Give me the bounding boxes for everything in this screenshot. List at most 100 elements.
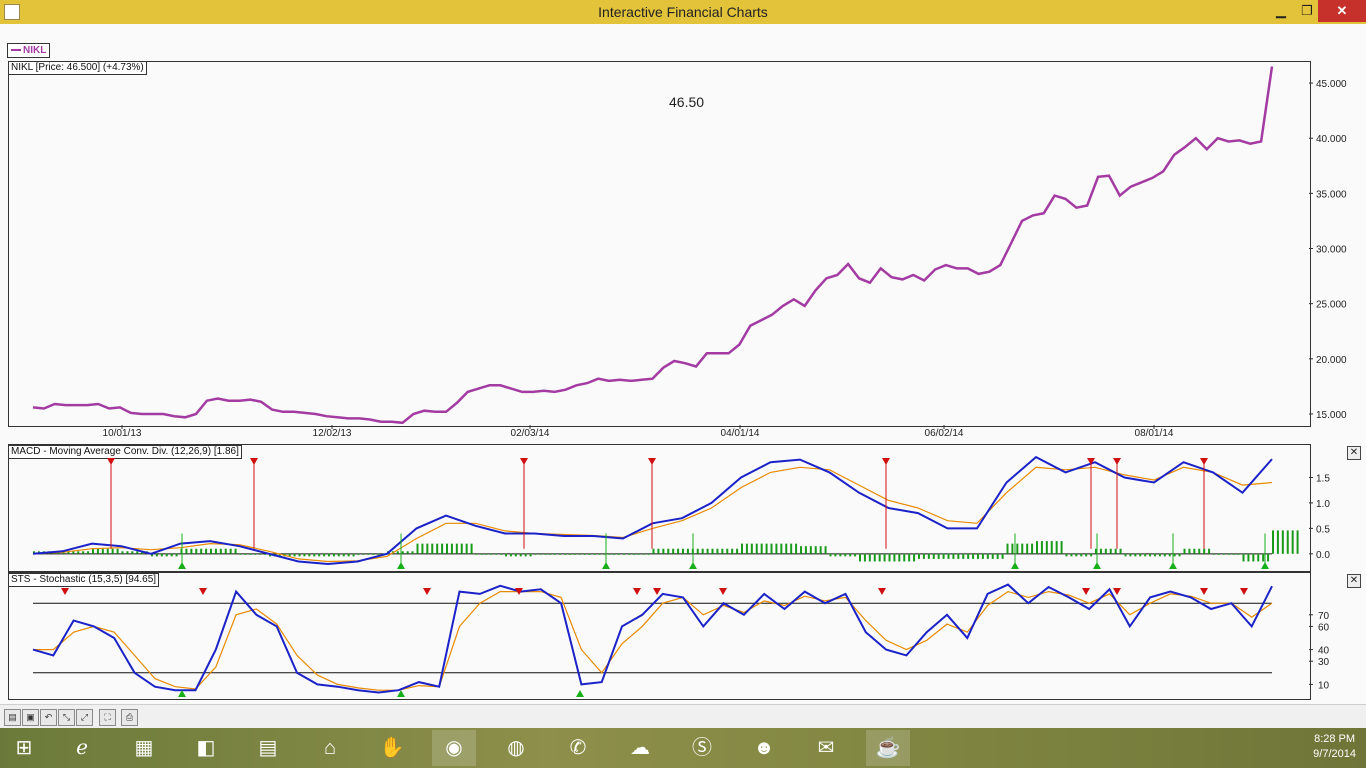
macd-histogram-bar [1247,553,1250,562]
macd-histogram-bar [913,553,916,562]
fullscreen-icon[interactable]: ⛶ [99,709,116,726]
macd-histogram-bar [932,553,935,559]
price-y-tick-label: 20.000 [1316,355,1347,366]
macd-histogram-bar [829,553,832,557]
macd-buy-marker [1261,562,1269,569]
skype-icon[interactable]: Ⓢ [680,730,724,766]
macd-histogram-bar [922,553,925,559]
macd-histogram-bar [686,548,689,554]
macd-histogram-bar [918,553,920,559]
ie-icon[interactable]: ℯ [60,730,104,766]
undo-icon[interactable]: ↶ [40,709,57,726]
macd-histogram-bar [82,551,85,554]
print-icon[interactable]: ⎙ [121,709,138,726]
macd-histogram-bar [234,548,237,554]
macd-histogram-bar [249,553,252,555]
macd-histogram-bar [1099,548,1102,554]
notes-icon[interactable]: ▤ [246,730,290,766]
macd-histogram-bar [908,553,911,562]
macd-histogram-bar [839,553,842,557]
start-icon[interactable]: ⊞ [2,730,46,766]
macd-y-tick-label: 0.5 [1316,524,1330,535]
macd-histogram-bar [549,553,552,555]
minimize-button[interactable]: ▁ [1268,0,1294,22]
game-icon[interactable]: ✋ [370,730,414,766]
price-y-tick-label: 45.000 [1316,79,1347,90]
macd-histogram-bar [372,553,375,555]
macd-histogram-bar [1154,553,1156,557]
macd-histogram-bar [1006,543,1009,554]
zoom-out-icon[interactable]: ⤡ [58,709,75,726]
window-titlebar: Interactive Financial Charts ▁ ❐ ✕ [0,0,1366,25]
date-x-tick-label: 10/01/13 [103,428,142,439]
system-tray: 8:28 PM 9/7/2014 [1166,728,1366,768]
macd-histogram-bar [996,553,999,559]
macd-histogram-bar [185,548,188,554]
macd-histogram-bar [332,553,335,557]
macd-histogram-bar [1291,530,1294,554]
macd-histogram-bar [441,543,444,554]
firefox-icon[interactable]: ◍ [494,730,538,766]
macd-histogram-bar [505,553,507,557]
macd-y-tick-label: 1.0 [1316,499,1330,510]
macd-histogram-bar [878,553,881,562]
price-y-tick-label: 40.000 [1316,134,1347,145]
macd-histogram-bar [608,553,611,555]
macd-histogram-bar [205,548,208,554]
macd-histogram-bar [1075,553,1078,557]
viber-icon[interactable]: ✆ [556,730,600,766]
macd-histogram-bar [873,553,876,562]
mail-icon[interactable]: ✉ [804,730,848,766]
open-icon[interactable]: ▤ [4,709,21,726]
close-button[interactable]: ✕ [1318,0,1366,22]
macd-histogram-bar [1149,553,1152,557]
sts-sell-marker [719,588,727,595]
java-icon[interactable]: ☕ [866,730,910,766]
macd-histogram-bar [765,543,768,554]
macd-histogram-bar [1272,530,1274,554]
macd-histogram-bar [411,551,414,554]
macd-histogram-bar [883,553,886,562]
macd-histogram-bar [1026,543,1029,554]
macd-histogram-bar [362,553,365,555]
macd-histogram-bar [470,543,473,554]
macd-histogram-bar [903,553,906,562]
chart-area[interactable]: NIKL NIKL [Price: 46.500] (+4.73%) 46.50… [0,24,1366,704]
macd-histogram-bar [131,551,134,554]
macd-histogram-bar [790,543,793,554]
macd-histogram-bar [583,553,586,555]
macd-histogram-bar [1252,553,1255,562]
sts-sell-marker [633,588,641,595]
messenger-icon[interactable]: ☁ [618,730,662,766]
sts-y-tick-label: 40 [1318,646,1330,657]
macd-histogram-bar [1232,553,1235,555]
macd-histogram-bar [293,553,296,557]
macd-histogram-bar [87,551,90,554]
macd-histogram-bar [1158,553,1161,557]
macd-histogram-bar [352,553,355,557]
macd-histogram-bar [229,548,232,554]
macd-histogram-bar [219,548,222,554]
store-icon[interactable]: ◧ [184,730,228,766]
macd-histogram-bar [500,553,503,555]
chrome-icon[interactable]: ◉ [432,730,476,766]
macd-y-tick-label: 0.0 [1316,550,1330,561]
sts-sell-marker [199,588,207,595]
macd-histogram-bar [1031,543,1034,554]
macd-histogram-bar [101,548,104,554]
home-icon[interactable]: ⌂ [308,730,352,766]
macd-histogram-bar [1276,530,1279,554]
save-icon[interactable]: ▣ [22,709,39,726]
maximize-button[interactable]: ❐ [1294,0,1320,22]
chat-icon[interactable]: ☻ [742,730,786,766]
system-clock[interactable]: 8:28 PM 9/7/2014 [1313,732,1356,762]
macd-histogram-bar [1129,553,1132,557]
macd-histogram-bar [962,553,965,559]
macd-histogram-bar [1227,553,1230,555]
macd-histogram-bar [170,553,173,557]
macd-histogram-bar [377,553,380,555]
macd-histogram-bar [436,543,439,554]
macd-histogram-bar [991,553,994,559]
zoom-fit-icon[interactable]: ⤢ [76,709,93,726]
explorer-icon[interactable]: ▦ [122,730,166,766]
